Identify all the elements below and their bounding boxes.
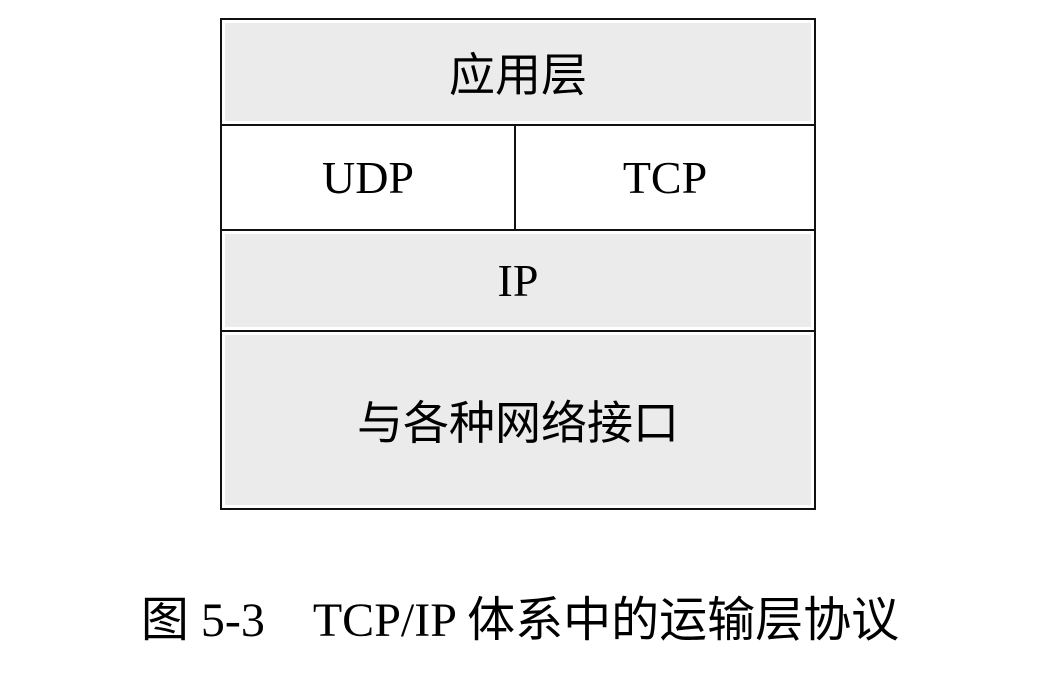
network-interface-label: 与各种网络接口: [357, 398, 679, 449]
tcp-layer: TCP: [516, 126, 814, 229]
protocol-stack-diagram: 应用层 UDP TCP IP 与各种网络接口: [220, 18, 816, 510]
network-interface-layer: 与各种网络接口: [222, 332, 814, 508]
application-layer-label: 应用层: [449, 50, 587, 101]
udp-label: UDP: [321, 152, 415, 203]
tcp-label: TCP: [622, 152, 708, 203]
application-layer: 应用层: [222, 20, 814, 124]
udp-layer: UDP: [222, 126, 514, 229]
figure-number: 图 5-3: [140, 594, 265, 647]
figure-title: TCP/IP 体系中的运输层协议: [312, 594, 900, 647]
figure-caption: 图 5-3 TCP/IP 体系中的运输层协议: [0, 580, 1040, 650]
ip-layer: IP: [222, 231, 814, 330]
ip-label: IP: [497, 255, 539, 306]
